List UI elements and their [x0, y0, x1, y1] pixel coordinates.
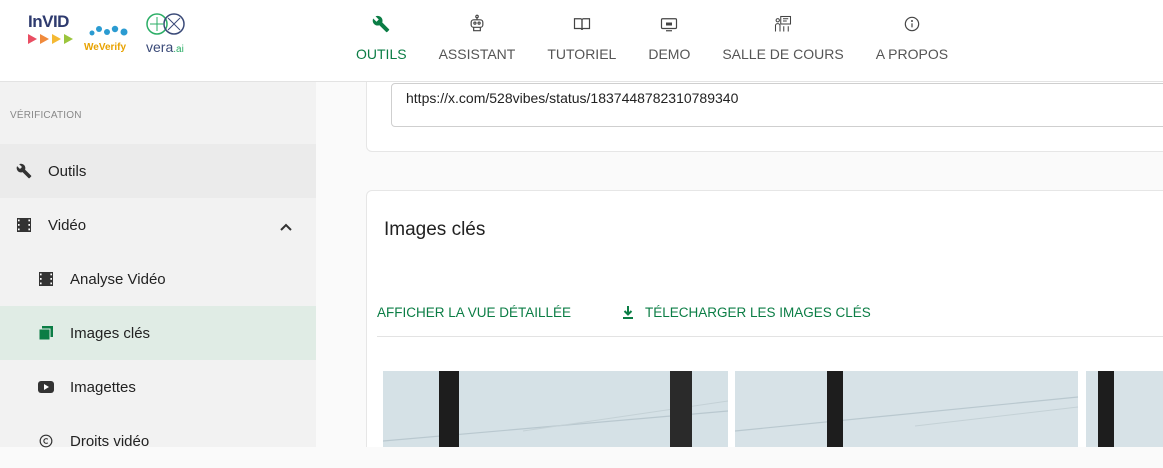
- nav-tab-label: DEMO: [648, 46, 691, 62]
- sidebar: VÉRIFICATION Outils Vidéo Analyse Vidéo …: [0, 82, 316, 450]
- info-icon: [904, 10, 920, 38]
- keyframes-actions: AFFICHER LA VUE DÉTAILLÉE TÉLECHARGER LE…: [377, 301, 1163, 337]
- nav-tab-demo[interactable]: DEMO: [632, 0, 706, 82]
- sidebar-section-title: VÉRIFICATION: [10, 110, 82, 121]
- film-icon: [16, 217, 32, 233]
- weverify-dots-icon: [89, 25, 128, 36]
- book-icon: [573, 10, 591, 38]
- keyframes-title: Images clés: [384, 219, 486, 240]
- film-icon: [38, 271, 54, 287]
- invid-logo[interactable]: InVID: [28, 12, 73, 44]
- vera-brain-icon: [146, 13, 185, 35]
- invid-triangles-icon: [28, 34, 73, 44]
- vera-ai-logo[interactable]: vera.ai: [146, 12, 206, 62]
- sidebar-item-analyse-video[interactable]: Analyse Vidéo: [0, 252, 316, 306]
- main-content[interactable]: https://x.com/528vibes/status/1837448782…: [316, 82, 1163, 447]
- nav-tab-label: ASSISTANT: [438, 46, 516, 62]
- nav-tab-label: A PROPOS: [875, 46, 949, 62]
- nav-tab-label: SALLE DE COURS: [722, 46, 844, 62]
- keyframe-thumbnail[interactable]: [1086, 371, 1163, 447]
- nav-tab-a-propos[interactable]: A PROPOS: [860, 0, 964, 82]
- sidebar-item-images-cles[interactable]: Images clés: [0, 306, 316, 360]
- youtube-icon: [38, 379, 54, 395]
- download-icon: [623, 306, 633, 319]
- sidebar-item-label: Vidéo: [48, 216, 87, 234]
- top-app-bar: InVID WeVerify vera.ai OUTILS ASSISTANT …: [0, 0, 1163, 82]
- nav-tab-assistant[interactable]: ASSISTANT: [423, 0, 532, 82]
- main-nav: OUTILS ASSISTANT TUTORIEL DEMO SALLE DE …: [340, 0, 964, 82]
- download-keyframes-label: TÉLECHARGER LES IMAGES CLÉS: [645, 305, 871, 320]
- keyframes-card: Images clés AFFICHER LA VUE DÉTAILLÉE TÉ…: [366, 190, 1163, 447]
- nav-tab-label: TUTORIEL: [547, 46, 617, 62]
- sidebar-item-video[interactable]: Vidéo: [0, 198, 316, 252]
- logos: InVID WeVerify vera.ai: [28, 12, 208, 64]
- sidebar-item-droits-video[interactable]: Droits vidéo: [0, 414, 316, 468]
- vera-ai-suffix: .ai: [173, 44, 184, 55]
- sidebar-item-label: Analyse Vidéo: [70, 270, 166, 288]
- weverify-logo-text: WeVerify: [84, 42, 127, 53]
- chevron-up-icon[interactable]: [280, 218, 292, 235]
- nav-tab-outils[interactable]: OUTILS: [340, 0, 423, 82]
- weverify-logo[interactable]: WeVerify: [84, 24, 134, 56]
- keyframe-thumbnail[interactable]: [383, 371, 728, 447]
- invid-logo-text: InVID: [28, 12, 69, 31]
- robot-icon: [467, 10, 487, 38]
- url-input[interactable]: https://x.com/528vibes/status/1837448782…: [391, 83, 1163, 127]
- nav-tab-salle-de-cours[interactable]: SALLE DE COURS: [706, 0, 859, 82]
- sidebar-item-imagettes[interactable]: Imagettes: [0, 360, 316, 414]
- demo-screen-icon: [660, 10, 678, 38]
- show-detailed-view-button[interactable]: AFFICHER LA VUE DÉTAILLÉE: [377, 305, 571, 320]
- wrench-icon: [372, 10, 390, 38]
- sidebar-item-label: Outils: [48, 162, 87, 180]
- nav-tab-tutoriel[interactable]: TUTORIEL: [531, 0, 632, 82]
- show-detailed-view-label: AFFICHER LA VUE DÉTAILLÉE: [377, 305, 572, 320]
- classroom-icon: [774, 10, 792, 38]
- download-keyframes-button[interactable]: TÉLECHARGER LES IMAGES CLÉS: [623, 305, 871, 320]
- url-card: https://x.com/528vibes/status/1837448782…: [366, 82, 1163, 152]
- sidebar-item-label: Imagettes: [70, 378, 136, 396]
- sidebar-item-outils[interactable]: Outils: [0, 144, 316, 198]
- nav-tab-label: OUTILS: [356, 46, 407, 62]
- keyframe-thumbnail[interactable]: [735, 371, 1078, 447]
- sidebar-item-label: Images clés: [70, 324, 151, 342]
- wrench-icon: [16, 163, 32, 179]
- keyframes-icon: [38, 325, 54, 341]
- vera-logo-text: vera: [146, 39, 174, 55]
